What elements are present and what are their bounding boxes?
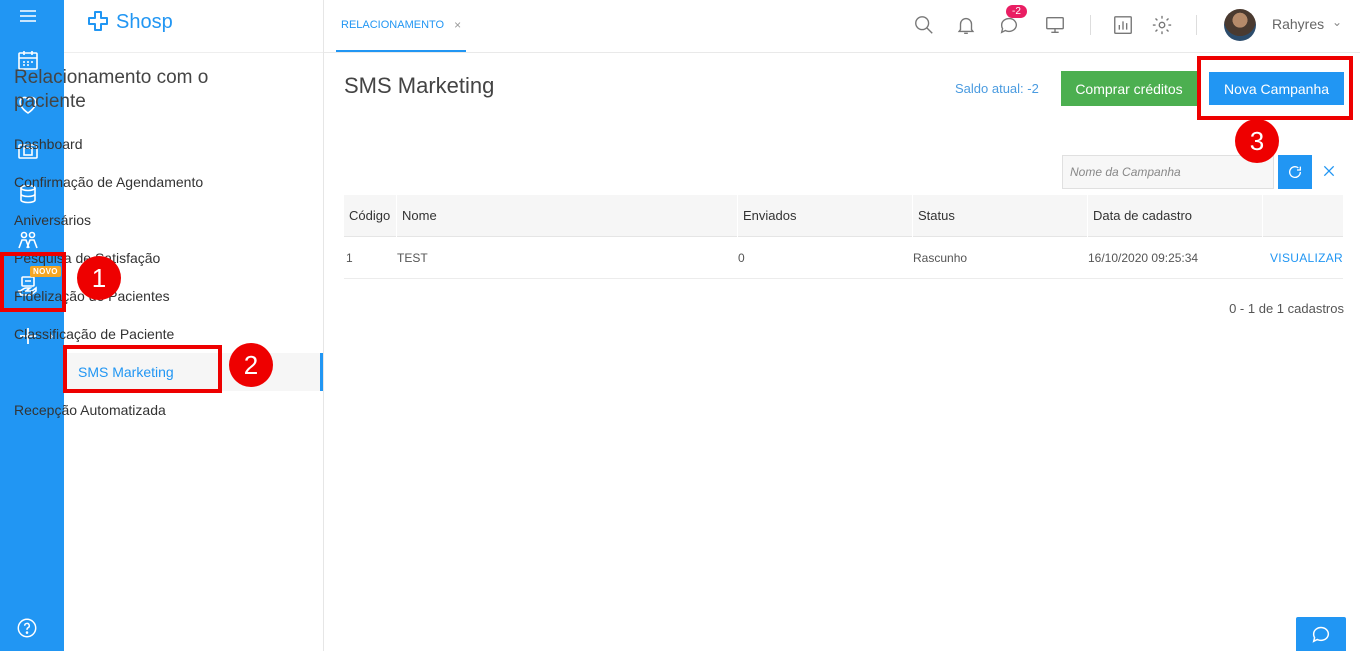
chat-button[interactable]	[1296, 617, 1346, 651]
column-header-nome[interactable]: Nome	[402, 208, 437, 223]
close-icon[interactable]: ×	[454, 18, 461, 32]
cell-codigo: 1	[346, 251, 353, 265]
refresh-icon	[1289, 166, 1302, 178]
balance-link[interactable]: Saldo atual: -2	[955, 81, 1039, 96]
annotation-number-1: 1	[77, 256, 121, 300]
annotation-box-3	[1197, 56, 1353, 120]
column-header-codigo[interactable]: Código	[349, 208, 390, 223]
top-bar: RELACIONAMENTO ×	[324, 0, 1360, 53]
tab-relacionamento[interactable]: RELACIONAMENTO ×	[336, 0, 467, 52]
chat-icon	[1312, 626, 1330, 643]
cell-enviados: 0	[738, 251, 745, 265]
cell-data: 16/10/2020 09:25:34	[1088, 251, 1199, 265]
sidebar-item-recepcao[interactable]: Recepção Automatizada	[0, 391, 259, 429]
avatar[interactable]	[1224, 9, 1256, 41]
column-header-enviados[interactable]: Enviados	[743, 208, 796, 223]
message-count-badge: -2	[1006, 5, 1027, 18]
tab-label: RELACIONAMENTO	[341, 19, 445, 31]
pagination-info: 0 - 1 de 1 cadastros	[1229, 301, 1344, 316]
sidebar-item-confirmacao[interactable]: Confirmação de Agendamento	[0, 163, 259, 201]
menu-icon[interactable]	[14, 2, 42, 30]
monitor-icon[interactable]	[1042, 12, 1068, 38]
cell-nome: TEST	[397, 251, 428, 265]
view-link[interactable]: VISUALIZAR	[1270, 251, 1343, 265]
logo-text: Shosp	[116, 10, 173, 33]
column-header-data[interactable]: Data de cadastro	[1093, 208, 1192, 223]
clear-filter-button[interactable]	[1318, 160, 1340, 182]
page-title: SMS Marketing	[344, 73, 495, 98]
refresh-button[interactable]	[1278, 155, 1312, 189]
cell-status: Rascunho	[913, 251, 968, 265]
sidebar-item-aniversarios[interactable]: Aniversários	[0, 201, 259, 239]
reports-icon[interactable]	[1110, 12, 1136, 38]
cloud-cross-icon	[88, 11, 108, 31]
divider	[1196, 15, 1197, 35]
annotation-box-1	[0, 252, 66, 312]
table-header: Código Nome Enviados Status Data de cada…	[344, 195, 1343, 237]
close-icon	[1323, 165, 1335, 177]
annotation-number-3: 3	[1235, 119, 1279, 163]
logo[interactable]: Shosp	[84, 8, 173, 36]
annotation-box-2	[63, 345, 222, 393]
search-icon[interactable]	[911, 12, 937, 38]
username[interactable]: Rahyres	[1272, 16, 1324, 32]
table-row[interactable]: 1 TEST 0 Rascunho 16/10/2020 09:25:34 VI…	[344, 237, 1343, 279]
bell-icon[interactable]	[953, 12, 979, 38]
campaign-search-input[interactable]	[1062, 155, 1274, 189]
annotation-number-2: 2	[229, 343, 273, 387]
help-icon[interactable]	[16, 617, 38, 639]
column-header-status[interactable]: Status	[918, 208, 955, 223]
sidebar-title: Relacionamento com o paciente	[14, 67, 209, 112]
gear-icon[interactable]	[1149, 12, 1175, 38]
sidebar-item-dashboard[interactable]: Dashboard	[0, 125, 259, 163]
buy-credits-button[interactable]: Comprar créditos	[1061, 71, 1197, 106]
divider	[1090, 15, 1091, 35]
chevron-down-icon[interactable]: ⌄	[1332, 15, 1342, 29]
